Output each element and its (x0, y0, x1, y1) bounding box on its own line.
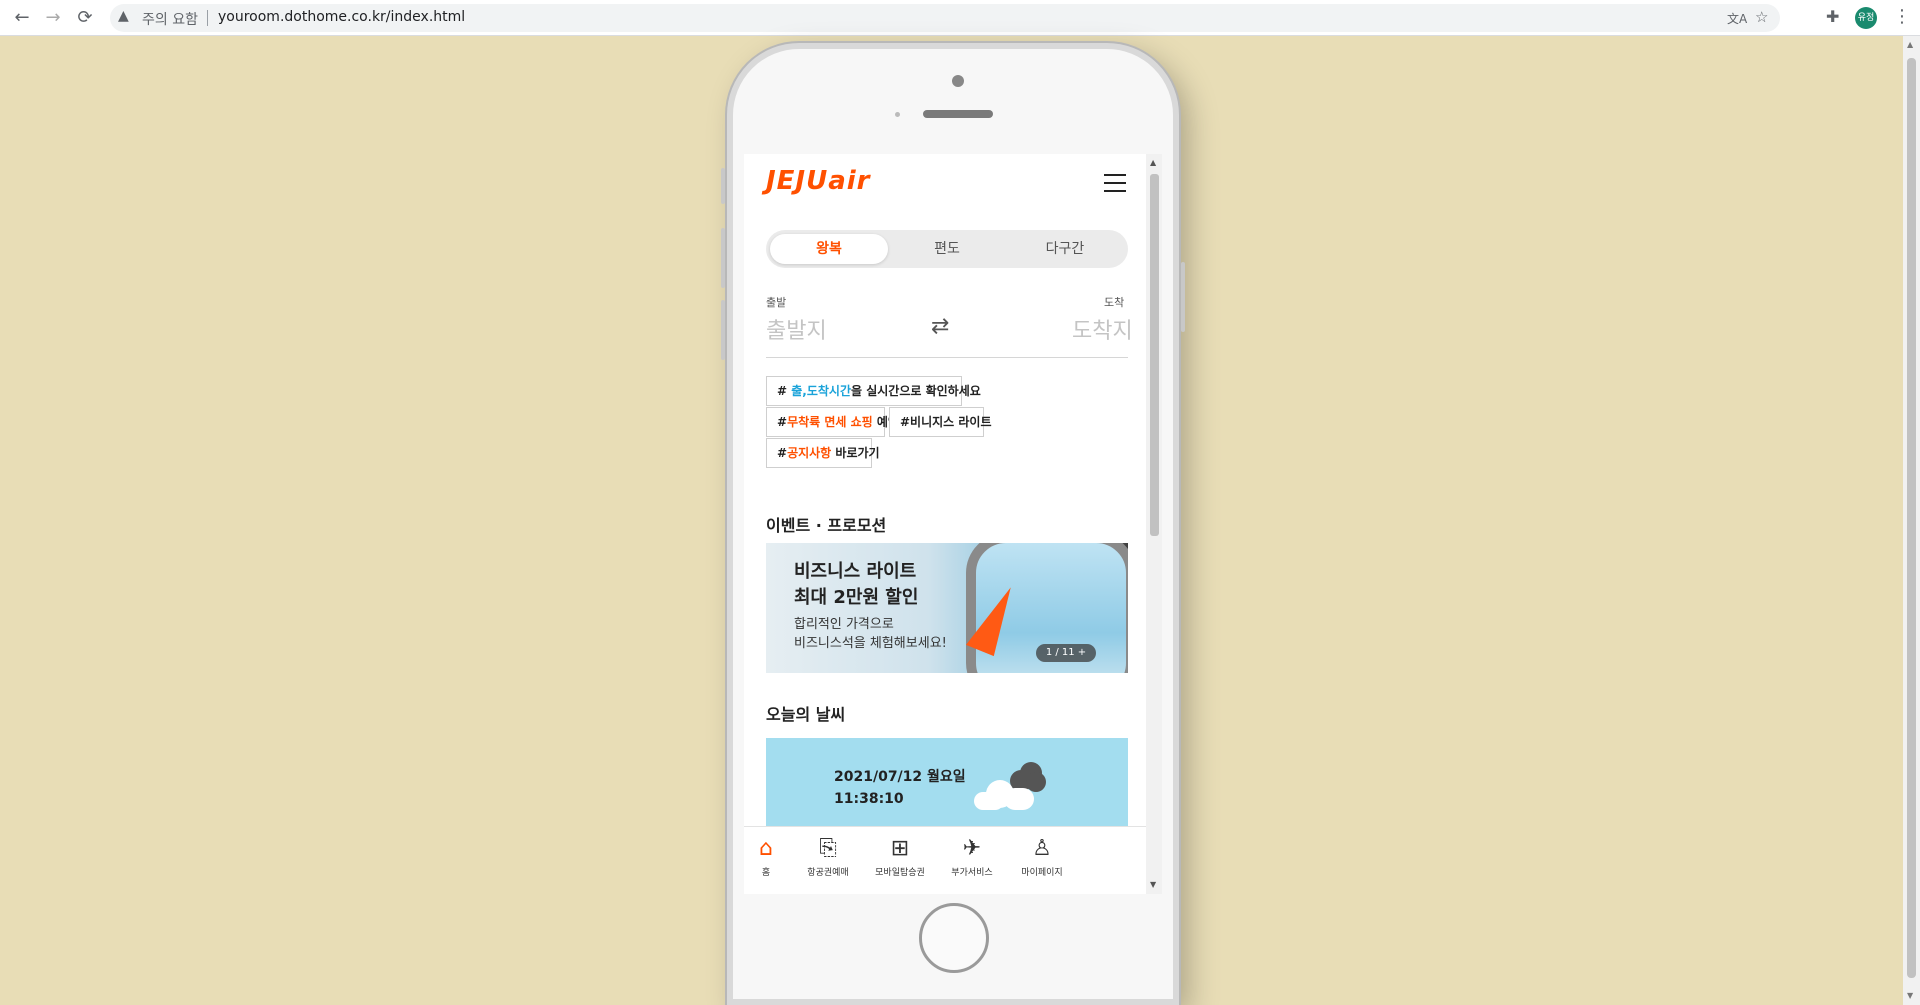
phone-mute-switch (721, 168, 725, 204)
omnibox-divider (207, 10, 208, 26)
hashtag-dutyfree-shopping[interactable]: #무착륙 면세 쇼핑 예약 (766, 407, 899, 437)
hashtag-highlight: 출,도착시간 (791, 384, 851, 398)
translate-icon[interactable]: 文A (1727, 10, 1747, 27)
person-icon: ♙ (1032, 836, 1052, 861)
phone-power-button (1181, 262, 1185, 332)
weather-datetime: 2021/07/12 월요일 11:38:10 (834, 766, 966, 810)
hamburger-menu-icon[interactable] (1104, 174, 1126, 192)
promo-subtitle: 합리적인 가격으로 비즈니스석을 체험해보세요! (794, 615, 947, 653)
phone-volume-up (721, 228, 725, 288)
bottom-navigation: ⌂ 홈 ⎘ 항공권예매 ⊞ 모바일탑승권 ✈ 부가서비스 ♙ 마이페이지 (744, 826, 1146, 894)
hashtag-prefix: # (777, 384, 792, 398)
phone-sensor (895, 112, 900, 117)
page-scrollbar[interactable]: ▲ ▼ (1903, 36, 1920, 1005)
scroll-down-arrow-icon[interactable]: ▼ (1150, 880, 1156, 889)
weather-section-title: 오늘의 날씨 (766, 705, 846, 724)
security-warning-label[interactable]: 주의 요함 (142, 9, 198, 29)
hashtag-notices[interactable]: #공지사항 바로가기 (766, 438, 880, 468)
nav-label: 부가서비스 (951, 868, 993, 878)
arrival-input[interactable]: 도착지 (1072, 313, 1133, 345)
promo-subtitle-line: 비즈니스석을 체험해보세요! (794, 636, 947, 651)
promo-banner[interactable]: 비즈니스 라이트 최대 2만원 할인 합리적인 가격으로 비즈니스석을 체험해보… (766, 543, 1128, 673)
browser-menu-icon[interactable]: ⋮ (1893, 6, 1911, 27)
hashtag-prefix: # (777, 446, 788, 460)
qr-code-icon: ⊞ (890, 836, 910, 861)
extensions-puzzle-icon[interactable]: ✚ (1826, 7, 1839, 26)
ticket-icon: ⎘ (819, 836, 837, 861)
nav-label: 모바일탑승권 (875, 868, 925, 878)
route-divider (766, 357, 1128, 358)
events-section-title: 이벤트 · 프로모션 (766, 516, 887, 535)
weather-card: 2021/07/12 월요일 11:38:10 (766, 738, 1128, 828)
nav-ticket-booking[interactable]: ⎘ 항공권예매 (788, 835, 868, 878)
scroll-up-arrow-icon[interactable]: ▲ (1150, 158, 1156, 167)
nav-label: 항공권예매 (807, 868, 849, 878)
departure-label: 출발 (766, 296, 787, 309)
swap-route-icon[interactable]: ⇄ (931, 314, 949, 339)
tab-multi-city[interactable]: 다구간 (1006, 234, 1124, 264)
nav-label: 마이페이지 (1021, 868, 1063, 878)
tab-round-trip[interactable]: 왕복 (770, 234, 888, 264)
hashtag-highlight: 공지사항 (787, 446, 832, 460)
profile-avatar[interactable]: 유정 (1855, 7, 1877, 29)
promo-slide-counter[interactable]: 1 / 11 + (1036, 644, 1096, 662)
nav-my-page[interactable]: ♙ 마이페이지 (1002, 835, 1082, 878)
browser-toolbar: ← → ⟳ ▲ 주의 요함 youroom.dothome.co.kr/inde… (0, 0, 1920, 36)
hashtag-business-lite[interactable]: #비니지스 라이트 (889, 407, 992, 437)
phone-camera (952, 75, 964, 87)
nav-mobile-boarding-pass[interactable]: ⊞ 모바일탑승권 (860, 835, 940, 878)
back-arrow-icon[interactable]: ← (10, 7, 34, 29)
plane-plus-icon: ✈ (962, 836, 982, 861)
jejuair-logo[interactable]: JEJUair (766, 166, 871, 196)
phone-home-button (919, 903, 989, 973)
arrival-label: 도착 (1104, 296, 1125, 309)
phone-volume-down (721, 300, 725, 360)
white-cloud-icon (974, 780, 1036, 810)
page-scrollbar-thumb[interactable] (1907, 58, 1916, 978)
reload-icon[interactable]: ⟳ (73, 7, 97, 29)
scroll-up-arrow-icon[interactable]: ▲ (1907, 40, 1913, 49)
screen-scrollbar[interactable]: ▲ ▼ (1146, 154, 1162, 894)
promo-title: 비즈니스 라이트 최대 2만원 할인 (794, 559, 918, 611)
promo-title-line: 비즈니스 라이트 (794, 561, 917, 582)
tab-one-way[interactable]: 편도 (888, 234, 1006, 264)
forward-arrow-icon[interactable]: → (41, 7, 65, 29)
address-bar[interactable]: ▲ 주의 요함 youroom.dothome.co.kr/index.html… (110, 4, 1780, 32)
hashtag-suffix: 바로가기 (831, 446, 880, 460)
hashtag-suffix: 을 실시간으로 확인하세요 (851, 384, 981, 398)
warning-icon[interactable]: ▲ (118, 8, 129, 24)
hashtag-prefix: #비니지스 라이트 (900, 415, 992, 429)
star-bookmark-icon[interactable]: ☆ (1755, 8, 1768, 26)
departure-input[interactable]: 출발지 (766, 313, 827, 345)
url-text[interactable]: youroom.dothome.co.kr/index.html (218, 9, 465, 25)
hashtag-flight-times[interactable]: # 출,도착시간을 실시간으로 확인하세요 (766, 376, 981, 406)
trip-type-tabs: 왕복 편도 다구간 (766, 230, 1128, 268)
weather-date: 2021/07/12 월요일 (834, 769, 966, 785)
phone-speaker (923, 110, 993, 118)
scroll-down-arrow-icon[interactable]: ▼ (1907, 991, 1913, 1000)
nav-extra-services[interactable]: ✈ 부가서비스 (932, 835, 1012, 878)
weather-time: 11:38:10 (834, 791, 904, 807)
screen-scrollbar-thumb[interactable] (1150, 174, 1159, 536)
hashtag-prefix: # (777, 415, 788, 429)
hashtag-highlight: 무착륙 면세 쇼핑 (787, 415, 873, 429)
app-screen: JEJUair 왕복 편도 다구간 출발 출발지 ⇄ 도착 도착지 # 출,도착… (744, 154, 1162, 894)
promo-subtitle-line: 합리적인 가격으로 (794, 617, 894, 632)
promo-title-line: 최대 2만원 할인 (794, 587, 919, 608)
